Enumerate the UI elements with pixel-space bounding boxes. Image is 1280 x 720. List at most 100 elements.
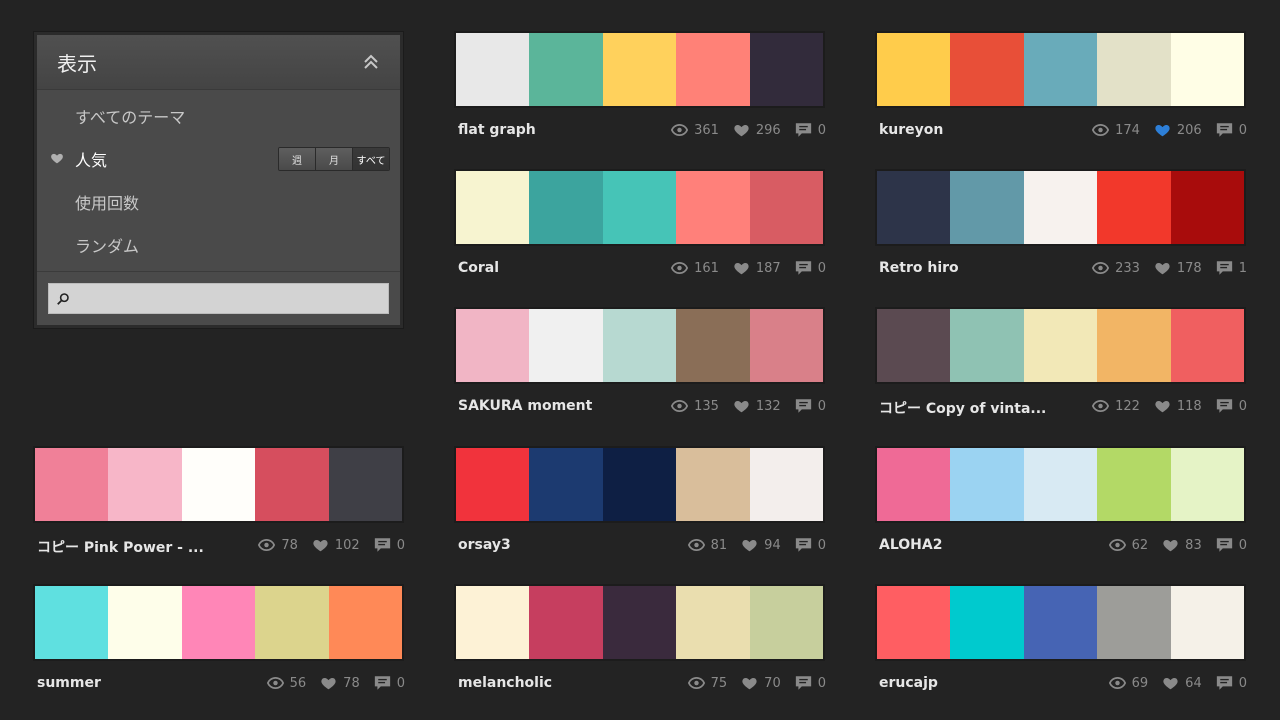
like-count[interactable]: 64 <box>1162 675 1202 691</box>
like-count[interactable]: 78 <box>320 675 360 691</box>
comment-icon[interactable] <box>795 537 818 553</box>
palette-swatches[interactable] <box>877 33 1245 106</box>
menu-item-popular[interactable]: 人気 週 月 すべて <box>37 137 400 180</box>
comment-icon[interactable] <box>1216 122 1239 138</box>
palette-name[interactable]: SAKURA moment <box>458 398 592 414</box>
heart-icon[interactable] <box>741 537 764 553</box>
comment-count[interactable]: 0 <box>795 122 826 138</box>
color-swatch <box>456 171 530 244</box>
color-swatch <box>529 309 603 382</box>
comment-count[interactable]: 0 <box>1216 537 1247 553</box>
heart-icon[interactable] <box>320 675 343 691</box>
period-month-button[interactable]: 月 <box>315 148 352 170</box>
search-box[interactable] <box>48 283 389 314</box>
palette-swatches[interactable] <box>456 33 824 106</box>
heart-icon[interactable] <box>1162 675 1185 691</box>
palette-card[interactable]: コピー Copy of vinta... 122 118 0 <box>877 309 1247 419</box>
palette-swatches[interactable] <box>456 309 824 382</box>
heart-icon[interactable] <box>312 537 335 553</box>
heart-icon[interactable] <box>733 398 756 414</box>
menu-item-random[interactable]: ランダム <box>37 223 400 266</box>
comment-count[interactable]: 0 <box>374 537 405 553</box>
like-count[interactable]: 206 <box>1154 122 1202 138</box>
palette-card[interactable]: flat graph 361 296 0 <box>456 33 826 143</box>
palette-card[interactable]: SAKURA moment 135 132 0 <box>456 309 826 419</box>
heart-icon[interactable] <box>741 675 764 691</box>
comment-count-value: 1 <box>1238 260 1247 276</box>
filter-panel-header[interactable]: 表示 <box>37 35 400 90</box>
comment-icon[interactable] <box>795 398 818 414</box>
comment-count[interactable]: 0 <box>1216 675 1247 691</box>
palette-name[interactable]: flat graph <box>458 122 536 138</box>
palette-card[interactable]: Coral 161 187 0 <box>456 171 826 281</box>
like-count[interactable]: 118 <box>1154 398 1202 414</box>
palette-card[interactable]: ALOHA2 62 83 0 <box>877 448 1247 558</box>
like-count[interactable]: 187 <box>733 260 781 276</box>
heart-icon[interactable] <box>733 122 756 138</box>
like-count[interactable]: 83 <box>1162 537 1202 553</box>
palette-swatches[interactable] <box>877 586 1245 659</box>
color-swatch <box>676 448 750 521</box>
like-count[interactable]: 132 <box>733 398 781 414</box>
comment-count[interactable]: 0 <box>374 675 405 691</box>
palette-swatches[interactable] <box>35 448 403 521</box>
comment-count[interactable]: 0 <box>1216 398 1247 414</box>
palette-swatches[interactable] <box>877 448 1245 521</box>
comment-icon[interactable] <box>374 675 397 691</box>
palette-name[interactable]: ALOHA2 <box>879 537 942 553</box>
palette-name[interactable]: kureyon <box>879 122 943 138</box>
like-count-value: 94 <box>764 537 781 553</box>
palette-card[interactable]: summer 56 78 0 <box>35 586 405 696</box>
palette-card[interactable]: コピー Pink Power - ... 78 102 0 <box>35 448 405 558</box>
comment-icon[interactable] <box>1216 675 1239 691</box>
heart-icon[interactable] <box>1162 537 1185 553</box>
like-count[interactable]: 296 <box>733 122 781 138</box>
palette-swatches[interactable] <box>877 171 1245 244</box>
palette-name[interactable]: Coral <box>458 260 499 276</box>
comment-count[interactable]: 0 <box>795 260 826 276</box>
heart-icon[interactable] <box>1154 260 1177 276</box>
comment-icon[interactable] <box>374 537 397 553</box>
like-count[interactable]: 178 <box>1154 260 1202 276</box>
palette-swatches[interactable] <box>456 171 824 244</box>
palette-name[interactable]: summer <box>37 675 101 691</box>
period-week-button[interactable]: 週 <box>279 148 315 170</box>
palette-name[interactable]: コピー Pink Power - ... <box>37 537 204 557</box>
comment-count[interactable]: 0 <box>795 675 826 691</box>
palette-swatches[interactable] <box>456 448 824 521</box>
palette-swatches[interactable] <box>877 309 1245 382</box>
heart-icon[interactable] <box>1154 122 1177 138</box>
heart-icon[interactable] <box>733 260 756 276</box>
palette-card[interactable]: orsay3 81 94 0 <box>456 448 826 558</box>
comment-count[interactable]: 0 <box>1216 122 1247 138</box>
comment-icon[interactable] <box>795 260 818 276</box>
heart-icon[interactable] <box>1154 398 1177 414</box>
chevron-up-double-icon[interactable] <box>362 53 380 71</box>
comment-icon[interactable] <box>1216 398 1239 414</box>
like-count[interactable]: 94 <box>741 537 781 553</box>
palette-name[interactable]: erucajp <box>879 675 938 691</box>
menu-item-all-themes[interactable]: すべてのテーマ <box>37 94 400 137</box>
palette-name[interactable]: melancholic <box>458 675 552 691</box>
comment-icon[interactable] <box>795 122 818 138</box>
comment-icon[interactable] <box>1216 537 1239 553</box>
comment-icon[interactable] <box>1216 260 1239 276</box>
palette-card[interactable]: melancholic 75 70 0 <box>456 586 826 696</box>
like-count[interactable]: 102 <box>312 537 360 553</box>
comment-count[interactable]: 1 <box>1216 260 1247 276</box>
comment-icon[interactable] <box>795 675 818 691</box>
search-input[interactable] <box>70 283 388 314</box>
comment-count[interactable]: 0 <box>795 537 826 553</box>
palette-name[interactable]: Retro hiro <box>879 260 959 276</box>
palette-card[interactable]: kureyon 174 206 0 <box>877 33 1247 143</box>
palette-swatches[interactable] <box>456 586 824 659</box>
palette-card[interactable]: erucajp 69 64 0 <box>877 586 1247 696</box>
period-all-button[interactable]: すべて <box>352 148 389 170</box>
comment-count[interactable]: 0 <box>795 398 826 414</box>
like-count[interactable]: 70 <box>741 675 781 691</box>
palette-name[interactable]: orsay3 <box>458 537 511 553</box>
palette-card[interactable]: Retro hiro 233 178 1 <box>877 171 1247 281</box>
palette-name[interactable]: コピー Copy of vinta... <box>879 398 1046 418</box>
palette-swatches[interactable] <box>35 586 403 659</box>
menu-item-most-used[interactable]: 使用回数 <box>37 180 400 223</box>
